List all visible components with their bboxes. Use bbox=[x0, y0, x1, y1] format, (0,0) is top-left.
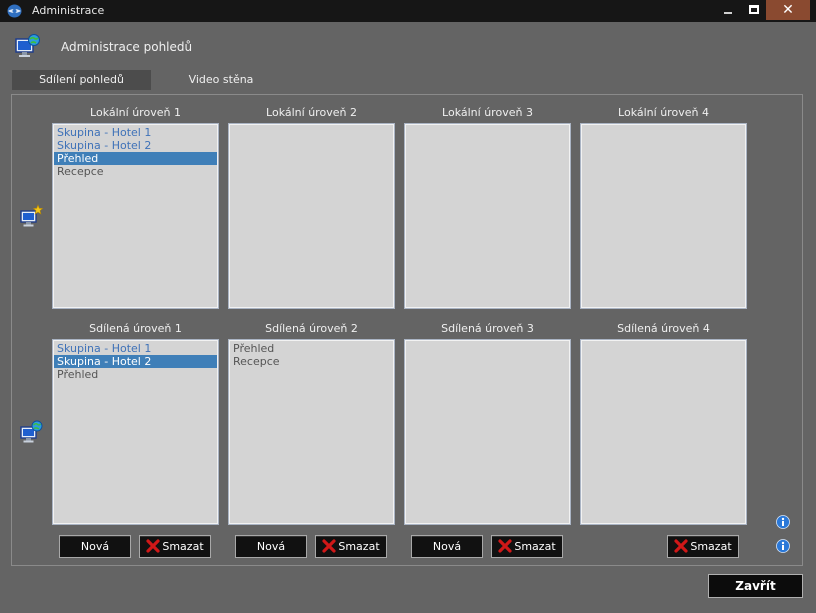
page-title: Administrace pohledů bbox=[61, 40, 193, 54]
administration-window: Administrace ✕ Administrace pohledů Sdíl… bbox=[0, 0, 816, 613]
list-item[interactable]: Skupina - Hotel 2 bbox=[54, 355, 217, 368]
tab-view-sharing[interactable]: Sdílení pohledů bbox=[12, 70, 151, 90]
window-close-button[interactable]: ✕ bbox=[766, 0, 810, 20]
new-button-2[interactable]: Nová bbox=[235, 535, 307, 558]
shared-level-4-label: Sdílená úroveň 4 bbox=[617, 322, 710, 335]
delete-button-1[interactable]: Smazat bbox=[139, 535, 211, 558]
monitor-globe-icon bbox=[15, 34, 40, 57]
close-icon: ✕ bbox=[782, 2, 794, 18]
delete-button-3-label: Smazat bbox=[514, 540, 556, 553]
list-item[interactable]: Přehled bbox=[54, 368, 217, 381]
delete-button-2-label: Smazat bbox=[338, 540, 380, 553]
local-level-4-list[interactable] bbox=[580, 123, 747, 309]
list-item[interactable]: Skupina - Hotel 2 bbox=[54, 139, 217, 152]
shared-level-2-label: Sdílená úroveň 2 bbox=[265, 322, 358, 335]
delete-x-icon bbox=[146, 539, 160, 553]
tab-video-wall[interactable]: Video stěna bbox=[151, 70, 291, 90]
maximize-button[interactable] bbox=[742, 0, 766, 20]
delete-button-1-label: Smazat bbox=[162, 540, 204, 553]
list-item[interactable]: Recepce bbox=[54, 165, 217, 178]
window-title: Administrace bbox=[32, 4, 105, 17]
shared-level-3-label: Sdílená úroveň 3 bbox=[441, 322, 534, 335]
shared-monitor-globe-icon bbox=[20, 420, 43, 443]
local-level-4-label: Lokální úroveň 4 bbox=[618, 106, 709, 119]
info-icon[interactable] bbox=[776, 539, 790, 553]
local-level-3-label: Lokální úroveň 3 bbox=[442, 106, 533, 119]
local-level-1-label: Lokální úroveň 1 bbox=[90, 106, 181, 119]
delete-x-icon bbox=[498, 539, 512, 553]
shared-level-1-label: Sdílená úroveň 1 bbox=[89, 322, 182, 335]
title-bar[interactable]: Administrace ✕ bbox=[0, 0, 816, 22]
local-level-1-list[interactable]: Skupina - Hotel 1 Skupina - Hotel 2 Přehle… bbox=[52, 123, 219, 309]
local-level-3-list[interactable] bbox=[404, 123, 571, 309]
delete-x-icon bbox=[322, 539, 336, 553]
new-button-1-label: Nová bbox=[80, 540, 110, 553]
app-logo-icon bbox=[7, 4, 22, 18]
maximize-icon bbox=[749, 5, 759, 14]
delete-button-4[interactable]: Smazat bbox=[667, 535, 739, 558]
info-icon[interactable] bbox=[776, 515, 790, 529]
local-monitor-star-icon bbox=[20, 204, 43, 227]
delete-x-icon bbox=[674, 539, 688, 553]
minimize-icon bbox=[724, 12, 732, 14]
new-button-1[interactable]: Nová bbox=[59, 535, 131, 558]
minimize-button[interactable] bbox=[716, 0, 740, 20]
shared-level-1-list[interactable]: Skupina - Hotel 1 Skupina - Hotel 2 Přehle… bbox=[52, 339, 219, 525]
list-item[interactable]: Skupina - Hotel 1 bbox=[54, 342, 217, 355]
new-button-3-label: Nová bbox=[432, 540, 462, 553]
delete-button-3[interactable]: Smazat bbox=[491, 535, 563, 558]
shared-level-2-list[interactable]: Přehled Recepce bbox=[228, 339, 395, 525]
new-button-3[interactable]: Nová bbox=[411, 535, 483, 558]
list-item[interactable]: Přehled bbox=[54, 152, 217, 165]
local-level-2-list[interactable] bbox=[228, 123, 395, 309]
local-level-2-label: Lokální úroveň 2 bbox=[266, 106, 357, 119]
list-item[interactable]: Skupina - Hotel 1 bbox=[54, 126, 217, 139]
new-button-2-label: Nová bbox=[256, 540, 286, 553]
close-button[interactable]: Zavřít bbox=[708, 574, 803, 598]
shared-level-4-list[interactable] bbox=[580, 339, 747, 525]
list-item[interactable]: Recepce bbox=[230, 355, 393, 368]
list-item[interactable]: Přehled bbox=[230, 342, 393, 355]
delete-button-4-label: Smazat bbox=[690, 540, 732, 553]
shared-level-3-list[interactable] bbox=[404, 339, 571, 525]
delete-button-2[interactable]: Smazat bbox=[315, 535, 387, 558]
